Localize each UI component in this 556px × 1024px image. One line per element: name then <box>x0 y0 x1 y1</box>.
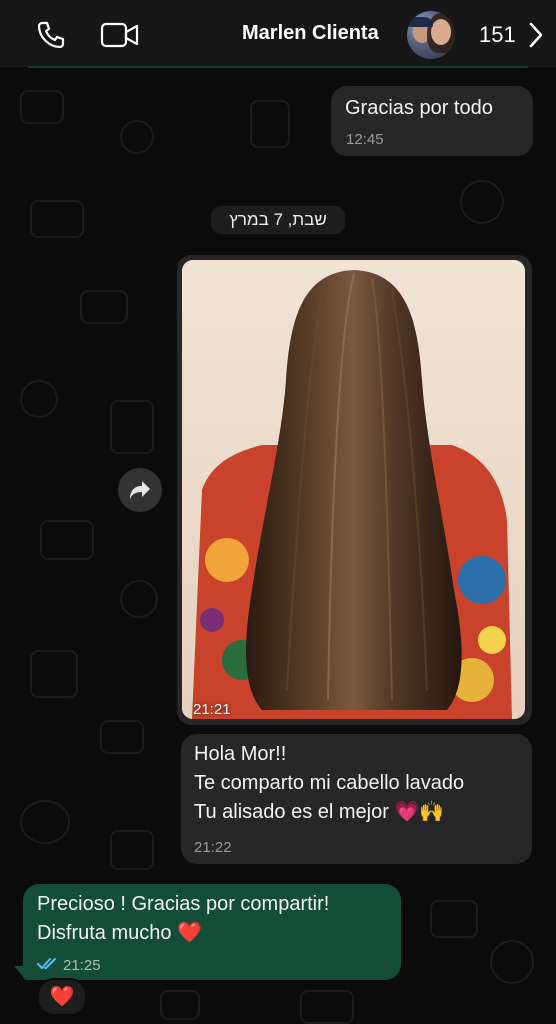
image-message-bubble[interactable]: 21:21 <box>177 255 532 725</box>
message-bubble-outgoing[interactable]: Precioso ! Gracias por compartir! Disfru… <box>23 884 401 980</box>
message-bubble-outgoing[interactable]: Gracias por todo 12:45 <box>331 86 533 156</box>
message-time: 21:22 <box>194 839 232 856</box>
forward-button[interactable] <box>118 468 162 512</box>
read-ticks-icon <box>37 958 56 970</box>
message-time: 21:25 <box>63 957 101 974</box>
bubble-tail <box>14 966 26 980</box>
message-text: Gracias por todo <box>345 97 493 119</box>
photo-time: 21:21 <box>193 701 231 718</box>
message-text: Precioso ! Gracias por compartir! Disfru… <box>37 893 330 944</box>
phone-icon[interactable] <box>36 20 66 50</box>
chevron-right-icon[interactable] <box>526 20 546 50</box>
message-text: Hola Mor!! Te comparto mi cabello lavado… <box>194 743 465 823</box>
heart-reaction-icon: ❤️ <box>49 986 75 1008</box>
shared-photo[interactable]: 21:21 <box>182 260 525 719</box>
contact-name[interactable]: Marlen Clienta <box>242 22 379 45</box>
message-bubble-incoming[interactable]: Hola Mor!! Te comparto mi cabello lavado… <box>181 734 532 864</box>
pink-heart-emoji: 💗🙌 <box>394 801 445 823</box>
unread-count[interactable]: 151 <box>479 22 516 48</box>
heart-emoji: ❤️ <box>177 922 202 944</box>
forward-icon <box>130 481 150 499</box>
message-time: 12:45 <box>346 131 384 148</box>
reaction-badge[interactable]: ❤️ <box>37 978 87 1016</box>
video-icon[interactable] <box>100 20 140 50</box>
contact-avatar[interactable] <box>407 11 455 59</box>
date-separator: שבת, 7 במרץ <box>211 206 345 234</box>
chat-header: Marlen Clienta 151 <box>0 0 556 68</box>
